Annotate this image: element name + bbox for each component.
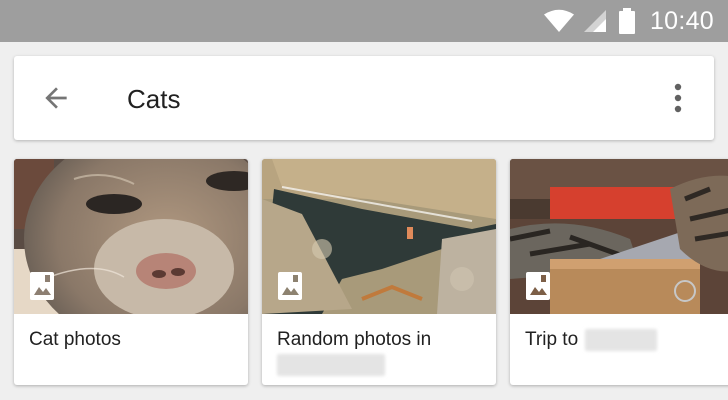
album-thumbnail xyxy=(14,159,248,314)
status-time: 10:40 xyxy=(649,6,714,35)
photo-album-icon xyxy=(526,272,550,300)
back-arrow-icon xyxy=(45,87,67,109)
search-bar: Cats xyxy=(14,56,714,140)
signal-icon xyxy=(583,10,606,32)
album-card-random-photos[interactable]: Random photos in xyxy=(262,159,496,385)
more-options-button[interactable] xyxy=(658,78,698,118)
photo-album-icon xyxy=(278,272,302,300)
redacted-text xyxy=(277,354,385,376)
wifi-icon xyxy=(543,9,574,32)
battery-icon xyxy=(618,8,635,34)
album-label: Cat photos xyxy=(29,329,121,350)
status-icons: 10:40 xyxy=(543,0,714,42)
album-thumbnail xyxy=(262,159,496,314)
album-thumbnail xyxy=(510,159,728,314)
photo-album-icon xyxy=(30,272,54,300)
more-vert-icon xyxy=(674,83,682,113)
album-label-text: Random photos in xyxy=(277,329,432,350)
album-card-cat-photos[interactable]: Cat photos xyxy=(14,159,248,385)
album-label: Trip to xyxy=(525,328,658,351)
album-label: Random photos in xyxy=(277,328,431,376)
status-bar: 10:40 xyxy=(0,0,728,42)
album-card-trip[interactable]: Trip to xyxy=(510,159,728,385)
back-button[interactable] xyxy=(36,78,76,118)
album-label-text: Trip to xyxy=(525,329,579,350)
page-title: Cats xyxy=(127,84,181,114)
redacted-text xyxy=(585,328,658,351)
